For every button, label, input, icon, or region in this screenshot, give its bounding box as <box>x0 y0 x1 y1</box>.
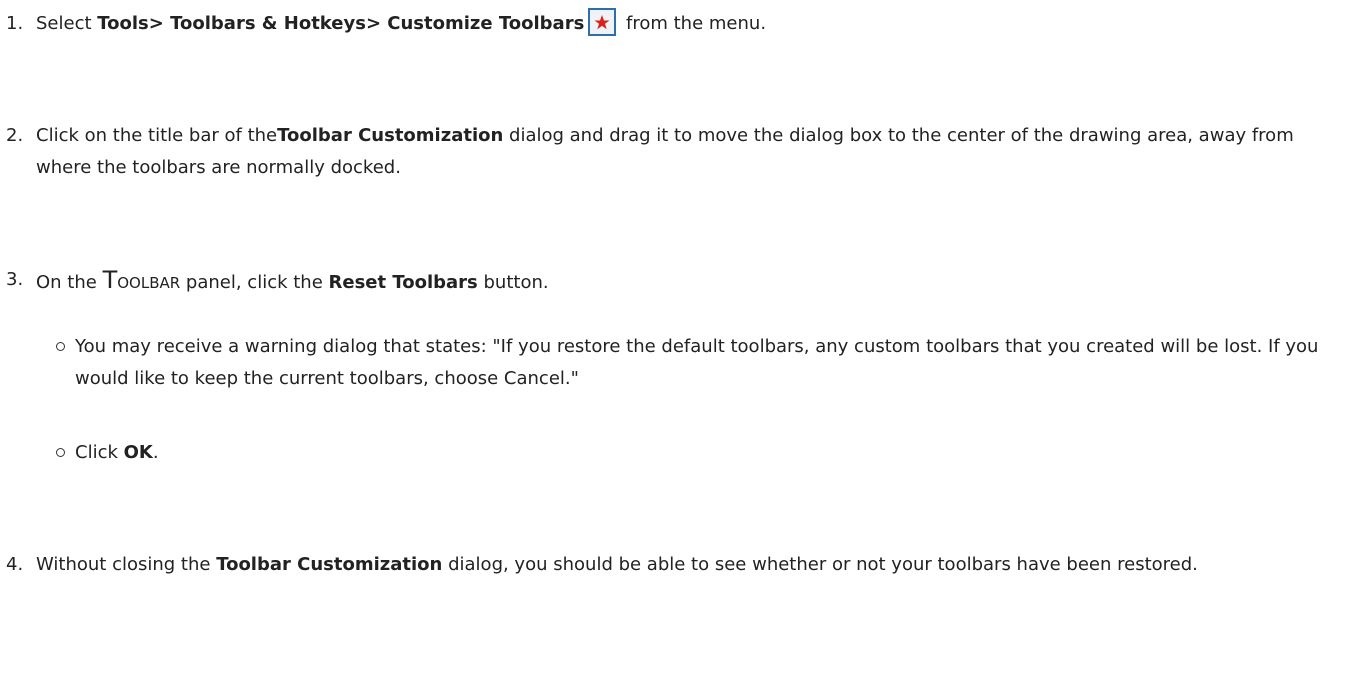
dialog-name: Toolbar Customization <box>216 554 443 575</box>
step-number: 2. <box>6 125 24 146</box>
substep-text-part: . <box>152 442 159 463</box>
bullet-circle-icon <box>56 448 65 457</box>
step-text: On the TOOLBAR panel, click the Reset To… <box>36 264 1346 299</box>
step-number: 4. <box>6 554 24 575</box>
step-text: Click on the title bar of theToolbar Cus… <box>36 120 1346 184</box>
step-text-part: Select <box>36 13 98 34</box>
step-text: Without closing the Toolbar Customizatio… <box>36 549 1346 581</box>
substep-text: You may receive a warning dialog that st… <box>75 336 1319 389</box>
step-text-part: panel, click the <box>180 272 329 293</box>
step-1: 1. Select Tools> Toolbars & Hotkeys> Cus… <box>6 8 1346 40</box>
step-number: 1. <box>6 13 24 34</box>
step-text-part: dialog, you should be able to see whethe… <box>442 554 1198 575</box>
customize-toolbars-star-icon <box>588 8 617 36</box>
step-text: Select Tools> Toolbars & Hotkeys> Custom… <box>36 8 1346 40</box>
substep-text-part: Click <box>75 442 124 463</box>
step-text-part: On the <box>36 272 103 293</box>
dialog-name: Toolbar Customization <box>277 125 504 146</box>
instructions-document: 1. Select Tools> Toolbars & Hotkeys> Cus… <box>0 0 1361 684</box>
step-4: 4. Without closing the Toolbar Customiza… <box>6 549 1346 581</box>
panel-name-initial: T <box>102 266 118 294</box>
substep-warning: You may receive a warning dialog that st… <box>56 331 1346 395</box>
step-text-part: button. <box>477 272 549 293</box>
bullet-circle-icon <box>56 342 65 351</box>
button-name: Reset Toolbars <box>328 272 478 293</box>
step-2: 2. Click on the title bar of theToolbar … <box>6 120 1346 184</box>
step-text-part: Without closing the <box>36 554 217 575</box>
ok-label: OK <box>123 442 153 463</box>
substep-text: Click OK. <box>75 437 1346 469</box>
menu-path: Tools> Toolbars & Hotkeys> Customize Too… <box>97 13 585 34</box>
step-text-part: from the menu. <box>620 13 767 34</box>
substep-click-ok: Click OK. <box>56 437 1346 469</box>
panel-name-rest: OOLBAR <box>117 274 181 292</box>
step-number: 3. <box>6 269 24 290</box>
step-3: 3. On the TOOLBAR panel, click the Reset… <box>6 264 1346 299</box>
step-text-part: Click on the title bar of the <box>36 125 278 146</box>
